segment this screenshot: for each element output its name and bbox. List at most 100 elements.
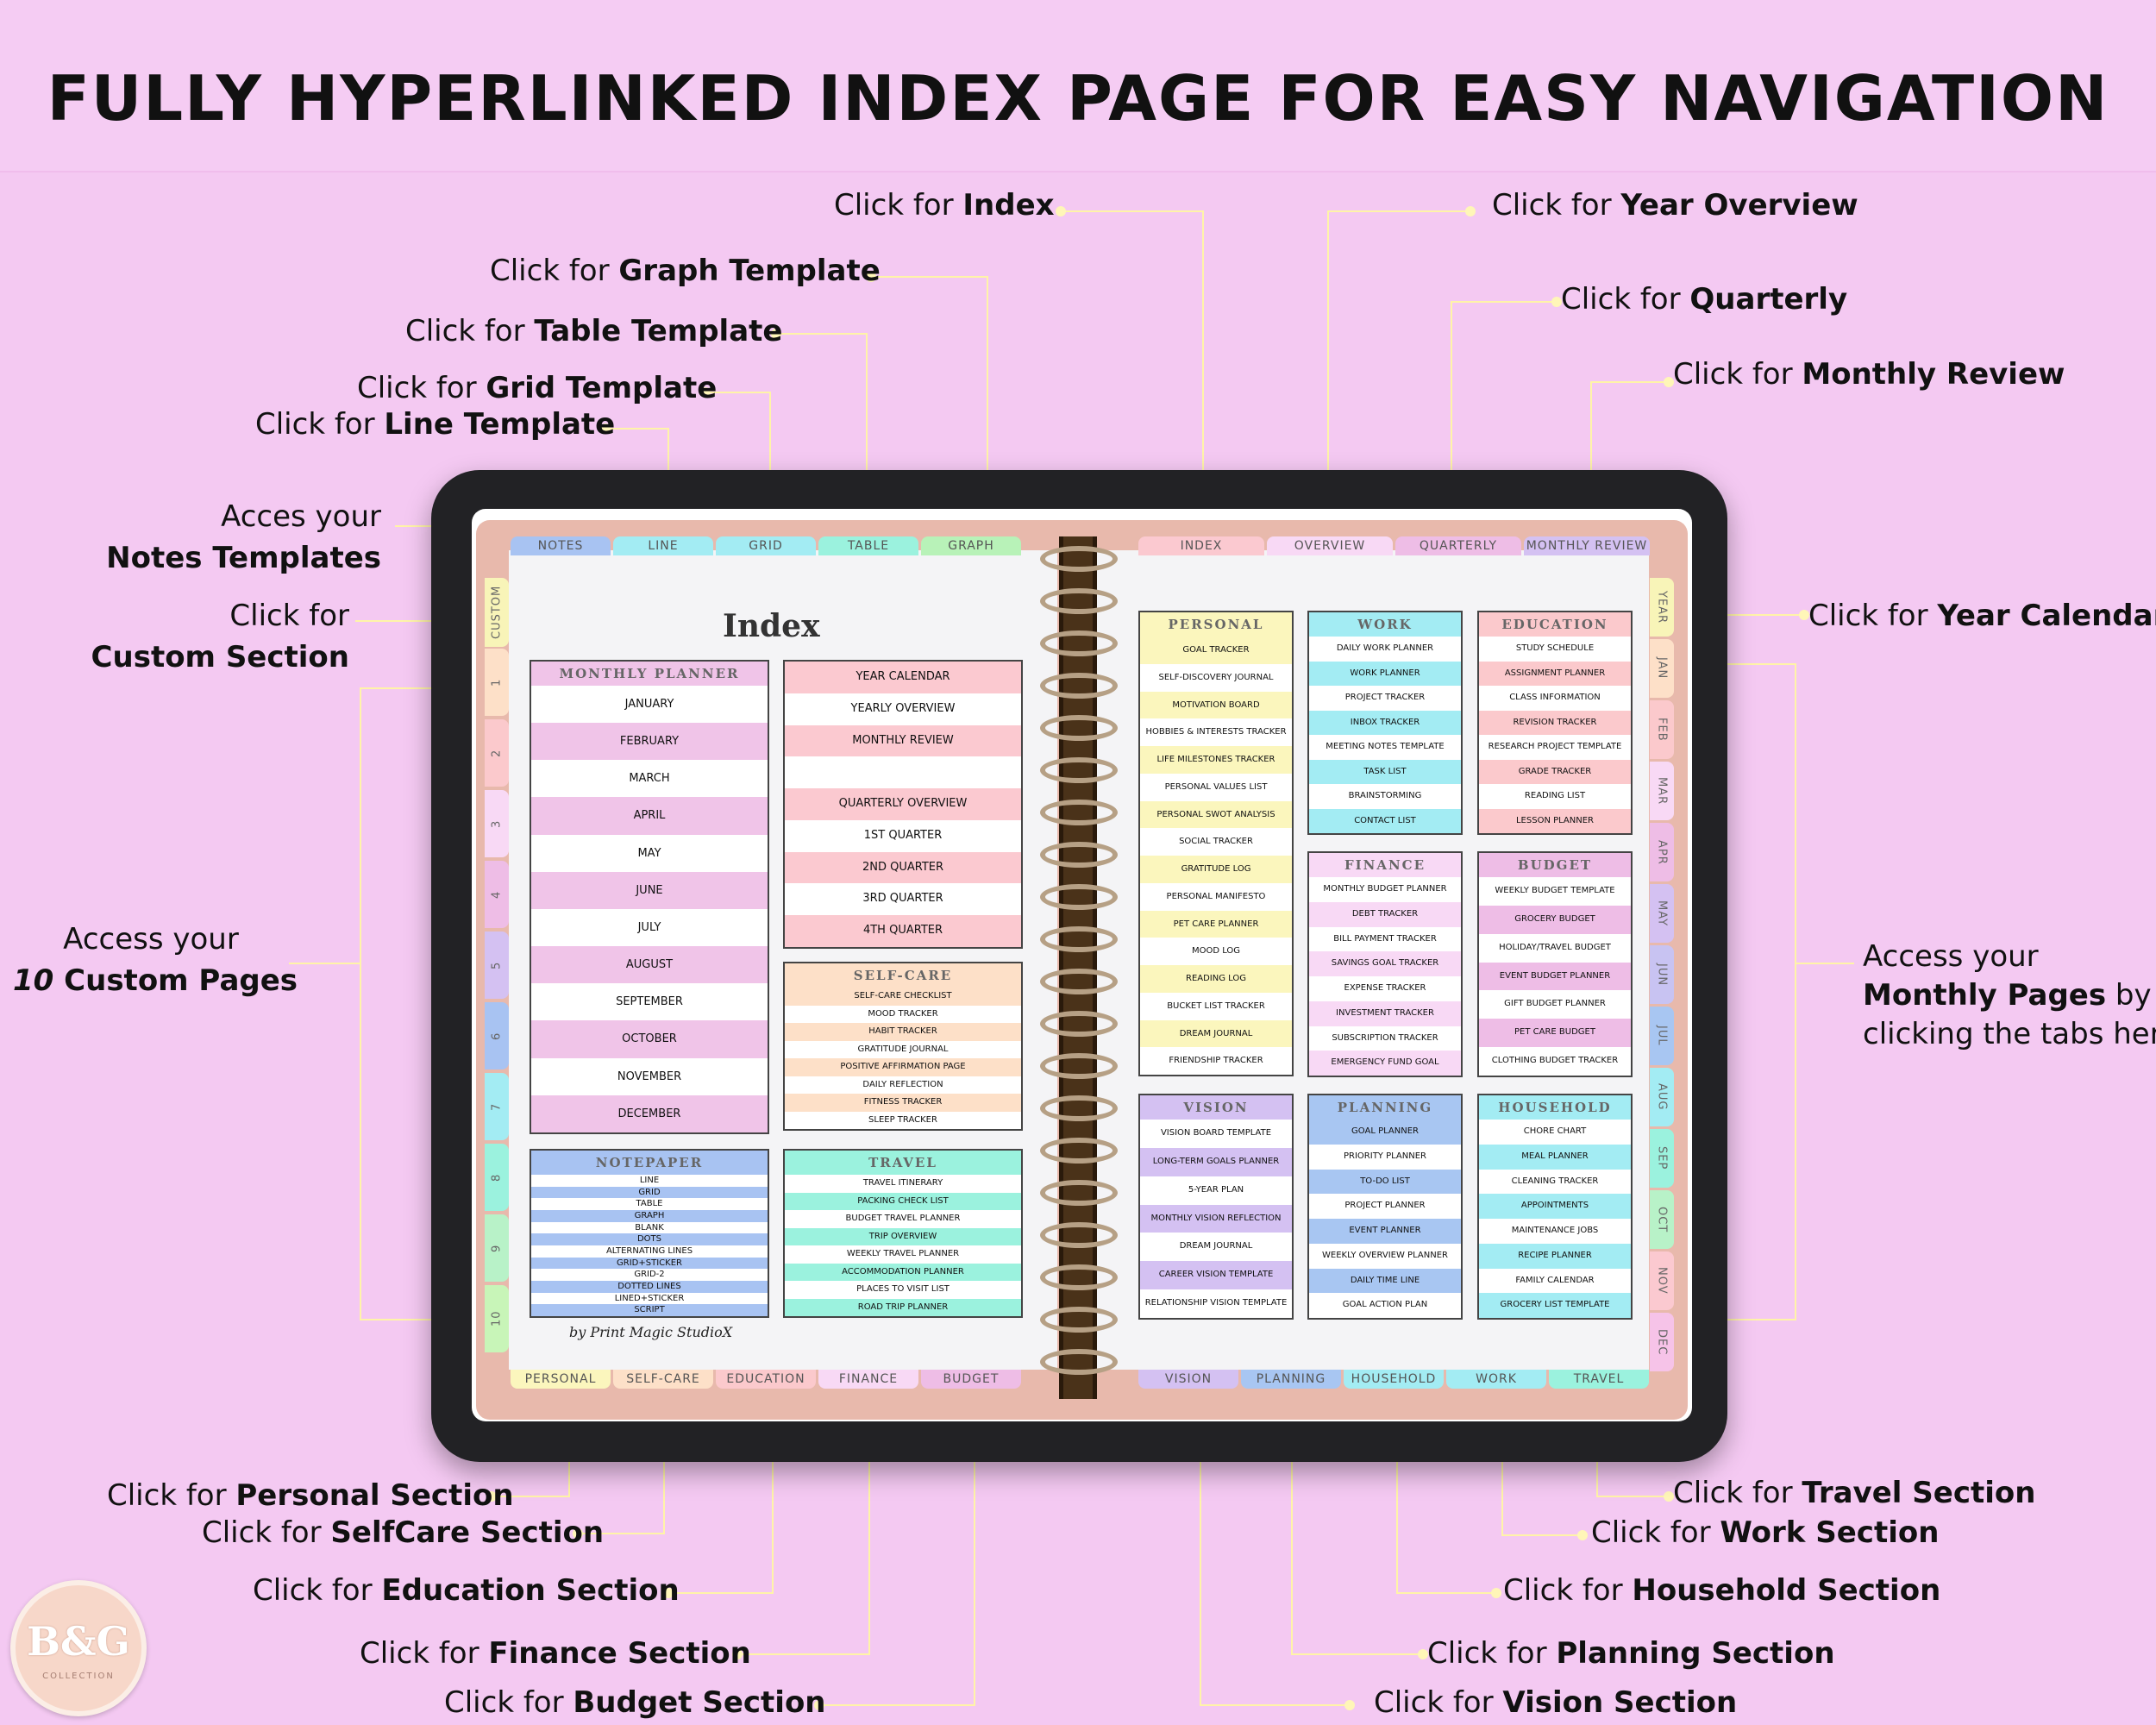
index-link[interactable]: RELATIONSHIP VISION TEMPLATE	[1140, 1289, 1292, 1318]
side-tab-nov[interactable]: NOV	[1650, 1251, 1674, 1310]
side-tab-6[interactable]: 6	[485, 1002, 509, 1070]
index-link[interactable]: REVISION TRACKER	[1479, 710, 1631, 735]
index-link[interactable]: BUDGET TRAVEL PLANNER	[785, 1210, 1021, 1228]
side-tab-apr[interactable]: APR	[1650, 823, 1674, 881]
index-link[interactable]: PACKING CHECK LIST	[785, 1192, 1021, 1210]
index-link[interactable]: SELF-DISCOVERY JOURNAL	[1140, 663, 1292, 692]
side-tab-4[interactable]: 4	[485, 861, 509, 928]
index-link[interactable]: APPOINTMENTS	[1479, 1194, 1631, 1219]
index-link[interactable]: CLOTHING BUDGET TRACKER	[1479, 1047, 1631, 1076]
index-link[interactable]: JULY	[531, 908, 768, 947]
index-link[interactable]: EVENT PLANNER	[1309, 1219, 1461, 1244]
side-tab-jul[interactable]: JUL	[1650, 1007, 1674, 1065]
index-link[interactable]: LONG-TERM GOALS PLANNER	[1140, 1147, 1292, 1176]
index-link[interactable]: GRATITUDE LOG	[1140, 856, 1292, 883]
index-link[interactable]: PROJECT PLANNER	[1309, 1194, 1461, 1219]
index-link[interactable]: PET CARE PLANNER	[1140, 910, 1292, 938]
index-link[interactable]: LIFE MILESTONES TRACKER	[1140, 746, 1292, 774]
index-link[interactable]: CLEANING TRACKER	[1479, 1169, 1631, 1195]
index-link[interactable]: STUDY SCHEDULE	[1479, 637, 1631, 662]
index-link[interactable]: EMERGENCY FUND GOAL	[1309, 1051, 1461, 1076]
index-link[interactable]: GOAL PLANNER	[1309, 1120, 1461, 1145]
side-tab-2[interactable]: 2	[485, 719, 509, 787]
tab-personal[interactable]: PERSONAL	[511, 1370, 611, 1389]
index-link[interactable]: LINE	[531, 1175, 768, 1187]
index-link[interactable]: YEAR CALENDAR	[785, 662, 1021, 693]
tab-vision[interactable]: VISION	[1138, 1370, 1238, 1389]
index-link[interactable]: 1ST QUARTER	[785, 819, 1021, 852]
index-link[interactable]: EXPENSE TRACKER	[1309, 976, 1461, 1001]
index-link[interactable]: READING LOG	[1140, 965, 1292, 993]
index-link[interactable]: TO-DO LIST	[1309, 1169, 1461, 1195]
index-link[interactable]: QUARTERLY OVERVIEW	[785, 788, 1021, 820]
index-link[interactable]: MEETING NOTES TEMPLATE	[1309, 735, 1461, 760]
index-link[interactable]: 3RD QUARTER	[785, 883, 1021, 916]
index-link[interactable]: MOOD TRACKER	[785, 1005, 1021, 1023]
index-link[interactable]: WEEKLY BUDGET TEMPLATE	[1479, 877, 1631, 906]
index-link[interactable]: PROJECT TRACKER	[1309, 686, 1461, 711]
index-link[interactable]: SELF-CARE CHECKLIST	[785, 988, 1021, 1006]
side-tab-1[interactable]: 1	[485, 649, 509, 716]
index-link[interactable]: DEBT TRACKER	[1309, 901, 1461, 927]
index-link[interactable]: PERSONAL SWOT ANALYSIS	[1140, 800, 1292, 829]
index-link[interactable]: GRID	[531, 1186, 768, 1199]
index-link[interactable]: READING LIST	[1479, 784, 1631, 809]
index-link[interactable]: TASK LIST	[1309, 759, 1461, 784]
index-link[interactable]: ASSIGNMENT PLANNER	[1479, 661, 1631, 686]
index-link[interactable]: INBOX TRACKER	[1309, 710, 1461, 735]
index-link[interactable]: ALTERNATING LINES	[531, 1245, 768, 1258]
tab-monthly-review[interactable]: MONTHLY REVIEW	[1524, 536, 1650, 555]
side-tab-mar[interactable]: MAR	[1650, 762, 1674, 820]
index-link[interactable]: PET CARE BUDGET	[1479, 1019, 1631, 1048]
index-link[interactable]: WEEKLY TRAVEL PLANNER	[785, 1245, 1021, 1264]
tab-table[interactable]: TABLE	[818, 536, 918, 555]
index-link[interactable]: MEAL PLANNER	[1479, 1144, 1631, 1170]
index-link[interactable]: OCTOBER	[531, 1020, 768, 1058]
side-tab-oct[interactable]: OCT	[1650, 1190, 1674, 1249]
side-tab-8[interactable]: 8	[485, 1144, 509, 1211]
index-link[interactable]: SEPTEMBER	[531, 983, 768, 1021]
index-link[interactable]: DAILY REFLECTION	[785, 1076, 1021, 1094]
index-link[interactable]: FAMILY CALENDAR	[1479, 1268, 1631, 1294]
index-link[interactable]: GROCERY BUDGET	[1479, 905, 1631, 934]
index-link[interactable]: GRADE TRACKER	[1479, 759, 1631, 784]
tab-budget[interactable]: BUDGET	[921, 1370, 1021, 1389]
index-link[interactable]: BRAINSTORMING	[1309, 784, 1461, 809]
index-link[interactable]: FEBRUARY	[531, 723, 768, 761]
index-link[interactable]: LESSON PLANNER	[1479, 808, 1631, 833]
index-link[interactable]: CAREER VISION TEMPLATE	[1140, 1261, 1292, 1290]
index-link[interactable]: DOTS	[531, 1233, 768, 1245]
index-link[interactable]: PLACES TO VISIT LIST	[785, 1281, 1021, 1299]
tab-index[interactable]: INDEX	[1138, 536, 1264, 555]
index-link[interactable]: JANUARY	[531, 686, 768, 724]
index-link[interactable]: APRIL	[531, 797, 768, 835]
index-link[interactable]: POSITIVE AFFIRMATION PAGE	[785, 1058, 1021, 1076]
index-link[interactable]: NOVEMBER	[531, 1057, 768, 1095]
tab-finance[interactable]: FINANCE	[818, 1370, 918, 1389]
index-link[interactable]: YEARLY OVERVIEW	[785, 693, 1021, 725]
index-link[interactable]: PRIORITY PLANNER	[1309, 1144, 1461, 1170]
index-link[interactable]: DAILY TIME LINE	[1309, 1268, 1461, 1294]
side-tab-jan[interactable]: JAN	[1650, 639, 1674, 698]
index-link[interactable]: INVESTMENT TRACKER	[1309, 1000, 1461, 1026]
index-link[interactable]: PERSONAL MANIFESTO	[1140, 882, 1292, 911]
index-link[interactable]: GIFT BUDGET PLANNER	[1479, 990, 1631, 1019]
side-tab-7[interactable]: 7	[485, 1073, 509, 1140]
index-link[interactable]: TABLE	[531, 1198, 768, 1210]
tab-grid[interactable]: GRID	[716, 536, 816, 555]
side-tab-9[interactable]: 9	[485, 1214, 509, 1282]
index-link[interactable]: ACCOMMODATION PLANNER	[785, 1263, 1021, 1281]
index-link[interactable]: JUNE	[531, 871, 768, 909]
tab-graph[interactable]: GRAPH	[921, 536, 1021, 555]
tab-self-care[interactable]: SELF-CARE	[613, 1370, 713, 1389]
index-link[interactable]: BUCKET LIST TRACKER	[1140, 992, 1292, 1020]
index-link[interactable]: DREAM JOURNAL	[1140, 1233, 1292, 1262]
index-link[interactable]: WORK PLANNER	[1309, 661, 1461, 686]
index-link[interactable]: MAINTENANCE JOBS	[1479, 1219, 1631, 1244]
index-link[interactable]: CHORE CHART	[1479, 1120, 1631, 1145]
index-link[interactable]: MONTHLY BUDGET PLANNER	[1309, 877, 1461, 902]
side-tab-feb[interactable]: FEB	[1650, 700, 1674, 759]
index-link[interactable]: MARCH	[531, 760, 768, 798]
index-link[interactable]: BILL PAYMENT TRACKER	[1309, 926, 1461, 952]
index-link[interactable]: HABIT TRACKER	[785, 1023, 1021, 1041]
